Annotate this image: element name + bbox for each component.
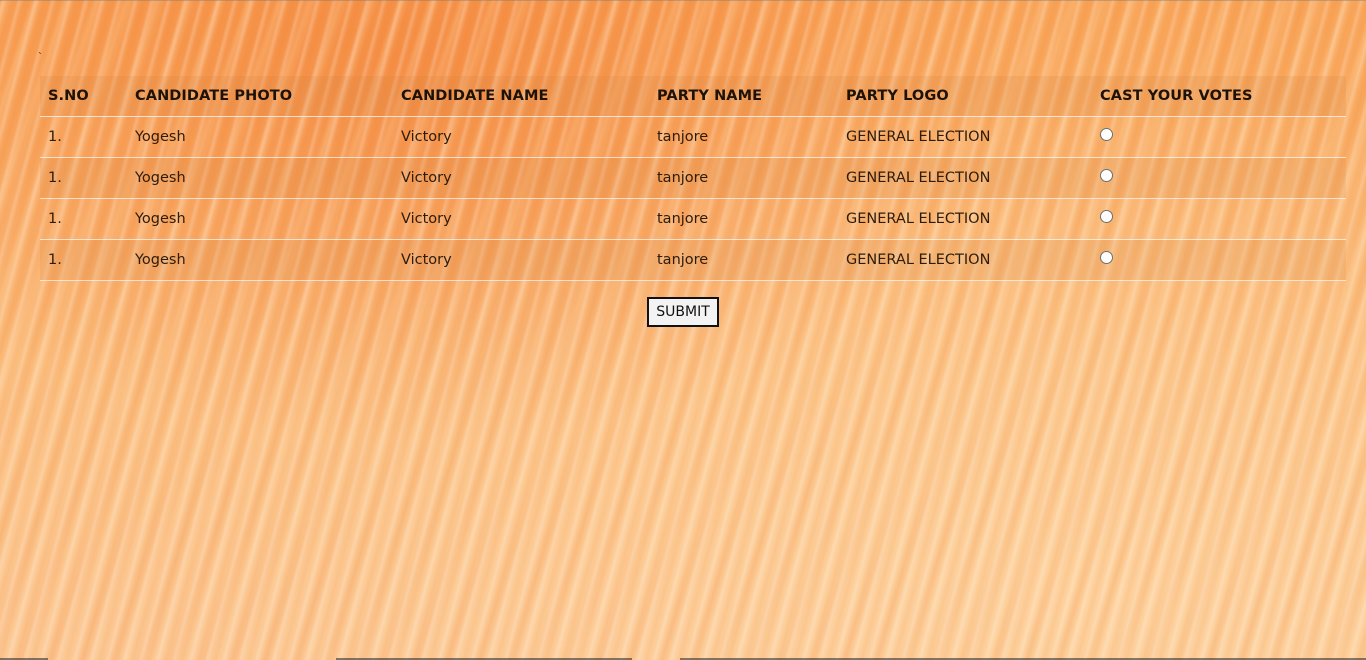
window-top-border (0, 0, 1366, 1)
cell-party-logo: GENERAL ELECTION (838, 239, 1092, 281)
header-party-logo: PARTY LOGO (838, 76, 1092, 117)
cell-party-name: tanjore (649, 157, 838, 199)
candidates-table: S.NO CANDIDATE PHOTO CANDIDATE NAME PART… (40, 76, 1346, 281)
cell-vote (1092, 157, 1346, 199)
table-row: 1. Yogesh Victory tanjore GENERAL ELECTI… (40, 116, 1346, 158)
cell-candidate-name: Victory (393, 239, 649, 281)
cell-party-name: tanjore (649, 116, 838, 158)
submit-container: SUBMIT (0, 297, 1366, 327)
vote-radio[interactable] (1100, 168, 1113, 182)
cell-vote (1092, 239, 1346, 281)
stray-mark: ` (38, 50, 42, 64)
cell-party-name: tanjore (649, 198, 838, 240)
submit-button[interactable]: SUBMIT (647, 297, 719, 327)
cell-candidate-photo: Yogesh (127, 157, 393, 199)
header-candidate-name: CANDIDATE NAME (393, 76, 649, 117)
vote-radio[interactable] (1100, 209, 1113, 223)
cell-vote (1092, 198, 1346, 240)
cell-candidate-name: Victory (393, 157, 649, 199)
candidates-table-container: S.NO CANDIDATE PHOTO CANDIDATE NAME PART… (40, 76, 1346, 281)
cell-candidate-name: Victory (393, 198, 649, 240)
table-header-row: S.NO CANDIDATE PHOTO CANDIDATE NAME PART… (40, 76, 1346, 117)
table-row: 1. Yogesh Victory tanjore GENERAL ELECTI… (40, 239, 1346, 281)
header-cast-your-votes: CAST YOUR VOTES (1092, 76, 1346, 117)
table-row: 1. Yogesh Victory tanjore GENERAL ELECTI… (40, 198, 1346, 240)
vote-radio[interactable] (1100, 127, 1113, 141)
header-party-name: PARTY NAME (649, 76, 838, 117)
cell-sno: 1. (40, 198, 127, 240)
cell-candidate-photo: Yogesh (127, 116, 393, 158)
cell-candidate-photo: Yogesh (127, 198, 393, 240)
cell-candidate-name: Victory (393, 116, 649, 158)
header-sno: S.NO (40, 76, 127, 117)
cell-party-logo: GENERAL ELECTION (838, 198, 1092, 240)
cell-candidate-photo: Yogesh (127, 239, 393, 281)
cell-vote (1092, 116, 1346, 158)
table-row: 1. Yogesh Victory tanjore GENERAL ELECTI… (40, 157, 1346, 199)
header-candidate-photo: CANDIDATE PHOTO (127, 76, 393, 117)
vote-radio[interactable] (1100, 250, 1113, 264)
cell-sno: 1. (40, 157, 127, 199)
cell-party-name: tanjore (649, 239, 838, 281)
cell-sno: 1. (40, 116, 127, 158)
cell-sno: 1. (40, 239, 127, 281)
cell-party-logo: GENERAL ELECTION (838, 157, 1092, 199)
cell-party-logo: GENERAL ELECTION (838, 116, 1092, 158)
